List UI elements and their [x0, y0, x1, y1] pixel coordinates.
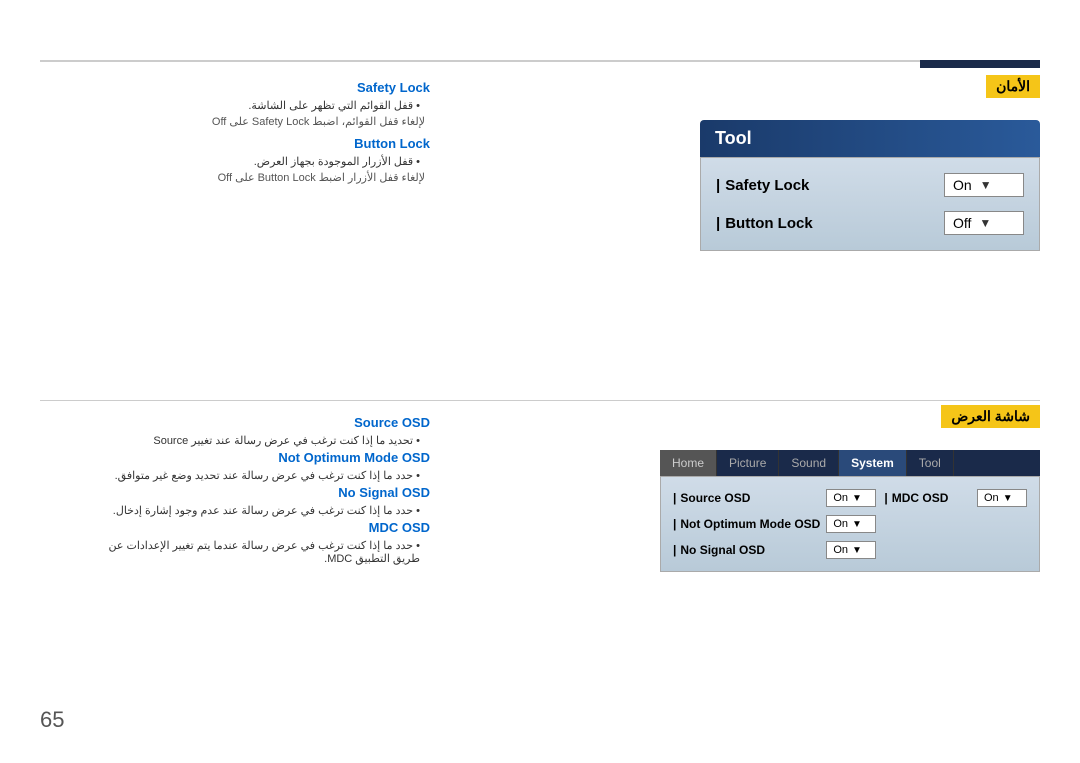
safety-lock-arrow-icon: ▼ — [980, 178, 992, 192]
page-number: 65 — [40, 707, 64, 733]
tab-sound[interactable]: Sound — [779, 450, 839, 476]
section-divider — [40, 400, 1040, 401]
osd-source-arrow-icon: ▼ — [852, 493, 862, 504]
source-osd-bullet: تحديد ما إذا كنت ترغب في عرض رسالة عند ت… — [100, 434, 430, 447]
osd-not-optimum-value: On — [833, 518, 848, 530]
osd-not-optimum-select[interactable]: On ▼ — [826, 515, 876, 533]
top-accent — [920, 60, 1040, 68]
osd-grid: Source OSD On ▼ MDC OSD On ▼ Not Optimum… — [673, 489, 1027, 559]
safety-lock-label: Safety Lock — [716, 177, 809, 194]
safety-lock-sub: لإلغاء قفل القوائم، اضبط Safety Lock على… — [100, 115, 430, 128]
mdc-osd-title: MDC OSD — [100, 520, 430, 535]
safety-lock-bullet: قفل القوائم التي تظهر على الشاشة. — [100, 99, 430, 112]
osd-source-label: Source OSD — [673, 491, 750, 505]
osd-not-optimum-arrow-icon: ▼ — [852, 519, 862, 530]
osd-no-signal-select[interactable]: On ▼ — [826, 541, 876, 559]
osd-mdc-label: MDC OSD — [884, 491, 948, 505]
osd-mdc-arrow-icon: ▼ — [1003, 493, 1013, 504]
osd-mdc-row: MDC OSD On ▼ — [884, 489, 1027, 507]
osd-no-signal-row: No Signal OSD On ▼ — [673, 541, 876, 559]
safety-lock-title: Safety Lock — [100, 80, 430, 95]
tool-panel-body: Safety Lock On ▼ Button Lock Off ▼ — [700, 157, 1040, 251]
tab-home[interactable]: Home — [660, 450, 717, 476]
tool-row-safety-lock: Safety Lock On ▼ — [716, 173, 1024, 197]
mdc-osd-bullet: حدد ما إذا كنت ترغب في عرض رسالة عندما ي… — [100, 539, 430, 565]
osd-not-optimum-row: Not Optimum Mode OSD On ▼ — [673, 515, 876, 533]
button-lock-bullet: قفل الأزرار الموجودة بجهاز العرض. — [100, 155, 430, 168]
osd-source-osd-row: Source OSD On ▼ — [673, 489, 876, 507]
not-optimum-bullet: حدد ما إذا كنت ترغب في عرض رسالة عند تحد… — [100, 469, 430, 482]
tool-panel-title: Tool — [715, 128, 752, 148]
tool-panel-header: Tool — [700, 120, 1040, 157]
top-divider — [40, 60, 1040, 62]
source-osd-title: Source OSD — [100, 415, 430, 430]
osd-panel: Home Picture Sound System Tool Source OS… — [660, 450, 1040, 572]
osd-tabs: Home Picture Sound System Tool — [660, 450, 1040, 476]
osd-no-signal-arrow-icon: ▼ — [852, 545, 862, 556]
osd-mdc-select[interactable]: On ▼ — [977, 489, 1027, 507]
not-optimum-title: Not Optimum Mode OSD — [100, 450, 430, 465]
button-lock-label: Button Lock — [716, 215, 813, 232]
safety-lock-select[interactable]: On ▼ — [944, 173, 1024, 197]
osd-body: Source OSD On ▼ MDC OSD On ▼ Not Optimum… — [660, 476, 1040, 572]
arabic-label-bottom: شاشة العرض — [941, 405, 1040, 428]
button-lock-title: Button Lock — [100, 136, 430, 151]
osd-not-optimum-label: Not Optimum Mode OSD — [673, 517, 820, 531]
no-signal-title: No Signal OSD — [100, 485, 430, 500]
arabic-content-top: Safety Lock قفل القوائم التي تظهر على ال… — [100, 80, 430, 192]
no-signal-bullet: حدد ما إذا كنت ترغب في عرض رسالة عند عدم… — [100, 504, 430, 517]
osd-mdc-value: On — [984, 492, 999, 504]
tool-row-button-lock: Button Lock Off ▼ — [716, 211, 1024, 235]
safety-lock-value: On — [953, 177, 972, 193]
tab-picture[interactable]: Picture — [717, 450, 779, 476]
osd-source-value: On — [833, 492, 848, 504]
button-lock-sub: لإلغاء قفل الأزرار اضبط Button Lock على … — [100, 171, 430, 184]
tool-panel: Tool Safety Lock On ▼ Button Lock Off ▼ — [700, 120, 1040, 251]
button-lock-select[interactable]: Off ▼ — [944, 211, 1024, 235]
tab-tool[interactable]: Tool — [907, 450, 954, 476]
osd-no-signal-label: No Signal OSD — [673, 543, 765, 557]
button-lock-arrow-icon: ▼ — [979, 216, 991, 230]
osd-source-select[interactable]: On ▼ — [826, 489, 876, 507]
button-lock-value: Off — [953, 215, 971, 231]
osd-empty-row-2 — [884, 541, 1027, 559]
arabic-label-top: الأمان — [986, 75, 1040, 98]
osd-no-signal-value: On — [833, 544, 848, 556]
arabic-content-bottom: Source OSD تحديد ما إذا كنت ترغب في عرض … — [100, 415, 430, 568]
tab-system[interactable]: System — [839, 450, 907, 476]
osd-empty-row-1 — [884, 515, 1027, 533]
